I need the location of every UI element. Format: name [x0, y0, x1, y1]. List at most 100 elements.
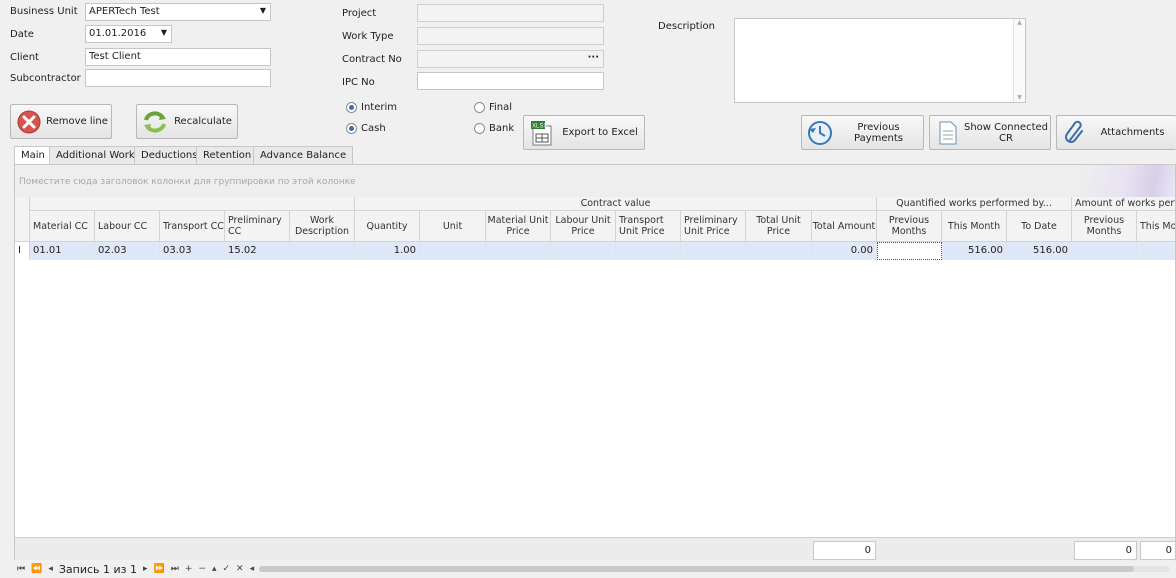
cancel-record-icon[interactable]: ✕	[236, 564, 244, 574]
recalculate-button[interactable]: Recalculate	[136, 104, 238, 139]
contract-no-label: Contract No	[342, 54, 402, 65]
tab-retention[interactable]: Retention	[196, 146, 259, 164]
radio-bank-circle[interactable]	[474, 123, 485, 134]
radio-interim-circle[interactable]	[346, 102, 357, 113]
column-header[interactable]: Total Unit Price	[746, 211, 812, 242]
scroll-up-icon[interactable]: ▲	[1014, 19, 1025, 26]
next-record-icon[interactable]: ▸	[143, 564, 148, 574]
client-field[interactable]: Test Client	[85, 48, 271, 66]
table-cell[interactable]	[1072, 242, 1137, 260]
contract-no-field[interactable]: ···	[417, 50, 604, 68]
column-header[interactable]: Previous Months	[877, 211, 942, 242]
column-header[interactable]: Preliminary CC	[225, 211, 290, 242]
tab-deductions[interactable]: Deductions	[134, 146, 205, 164]
last-page-icon[interactable]: ⏭	[171, 564, 179, 574]
column-header[interactable]: This Mo	[1137, 211, 1175, 242]
scroll-left-icon[interactable]: ◂	[250, 564, 255, 574]
ipc-no-field[interactable]	[417, 72, 604, 90]
table-cell[interactable]	[551, 242, 616, 260]
remove-line-button[interactable]: Remove line	[10, 104, 112, 139]
radio-final-circle[interactable]	[474, 102, 485, 113]
column-header[interactable]: Preliminary Unit Price	[681, 211, 746, 242]
radio-bank[interactable]: Bank	[474, 123, 514, 134]
decorative-swoosh	[1057, 165, 1175, 197]
prev-record-icon[interactable]: ◂	[48, 564, 53, 574]
band-contract-value: Contract value	[355, 197, 877, 211]
radio-interim[interactable]: Interim	[346, 102, 397, 113]
column-header[interactable]: Material CC	[30, 211, 95, 242]
delete-record-icon[interactable]: −	[198, 564, 206, 574]
subcontractor-label: Subcontractor	[10, 73, 81, 84]
previous-months-summary: 0	[1074, 541, 1137, 560]
record-navigator: ⏮ ⏪ ◂ Запись 1 из 1 ▸ ⏩ ⏭ + − ▴ ✓ ✕ ◂	[14, 560, 1176, 578]
description-textarea[interactable]: ▲ ▼	[734, 18, 1026, 103]
table-cell[interactable]	[616, 242, 681, 260]
tab-main[interactable]: Main	[14, 146, 52, 165]
column-header[interactable]: Quantity	[355, 211, 420, 242]
radio-cash-circle[interactable]	[346, 123, 357, 134]
add-record-icon[interactable]: +	[185, 564, 193, 574]
scrollbar-thumb[interactable]	[259, 566, 1134, 572]
chevron-down-icon[interactable]: ▼	[161, 28, 167, 37]
group-panel[interactable]: Поместите сюда заголовок колонки для гру…	[15, 165, 1175, 197]
column-header[interactable]: Previous Months	[1072, 211, 1137, 242]
column-header[interactable]: Work Description	[290, 211, 355, 242]
first-page-icon[interactable]: ⏮	[17, 564, 25, 574]
column-header[interactable]: Transport Unit Price	[616, 211, 681, 242]
table-cell[interactable]: 516.00	[942, 242, 1007, 260]
table-cell[interactable]: 0.00	[812, 242, 877, 260]
edit-record-icon[interactable]: ▴	[212, 564, 217, 574]
table-cell[interactable]: 516.00	[1007, 242, 1072, 260]
tab-advance-balance[interactable]: Advance Balance	[253, 146, 354, 164]
table-cell[interactable]	[681, 242, 746, 260]
table-cell[interactable]: 15.02	[225, 242, 290, 260]
subcontractor-field[interactable]	[85, 69, 271, 87]
record-counter: Запись 1 из 1	[58, 562, 138, 576]
work-type-label: Work Type	[342, 31, 394, 42]
scrollbar[interactable]: ▲ ▼	[1013, 19, 1025, 102]
table-cell[interactable]: 03.03	[160, 242, 225, 260]
export-excel-label: Export to Excel	[562, 127, 638, 138]
focused-cell[interactable]	[877, 242, 942, 260]
tab-additional-works[interactable]: Additional Works	[49, 146, 147, 164]
table-cell[interactable]: 01.01	[30, 242, 95, 260]
prev-page-icon[interactable]: ⏪	[31, 564, 42, 574]
table-cell[interactable]	[420, 242, 486, 260]
column-header[interactable]: Material Unit Price	[486, 211, 551, 242]
radio-cash[interactable]: Cash	[346, 123, 386, 134]
table-cell[interactable]	[1137, 242, 1175, 260]
table-cell[interactable]	[486, 242, 551, 260]
export-excel-button[interactable]: XLSX Export to Excel	[523, 115, 645, 150]
data-grid[interactable]: Поместите сюда заголовок колонки для гру…	[14, 164, 1176, 578]
excel-file-icon: XLSX	[528, 119, 556, 147]
work-type-field[interactable]	[417, 27, 604, 45]
column-header[interactable]: Transport CC	[160, 211, 225, 242]
ellipsis-icon[interactable]: ···	[588, 52, 599, 63]
next-page-icon[interactable]: ⏩	[154, 564, 165, 574]
column-header[interactable]: Unit	[420, 211, 486, 242]
date-picker[interactable]: 01.01.2016 ▼	[85, 25, 172, 43]
column-header[interactable]: To Date	[1007, 211, 1072, 242]
column-header[interactable]: Labour Unit Price	[551, 211, 616, 242]
column-header[interactable]: Labour CC	[95, 211, 160, 242]
business-unit-select[interactable]: APERTech Test ▼	[85, 3, 271, 21]
description-label: Description	[658, 21, 715, 32]
project-field[interactable]	[417, 4, 604, 22]
table-cell[interactable]: 1.00	[355, 242, 420, 260]
scroll-down-icon[interactable]: ▼	[1014, 94, 1025, 101]
table-cell[interactable]: 02.03	[95, 242, 160, 260]
show-connected-cr-button[interactable]: Show Connected CR	[929, 115, 1051, 150]
column-header[interactable]: This Month	[942, 211, 1007, 242]
radio-bank-label: Bank	[489, 123, 515, 134]
save-record-icon[interactable]: ✓	[223, 564, 231, 574]
radio-final[interactable]: Final	[474, 102, 512, 113]
attachments-button[interactable]: Attachments	[1056, 115, 1176, 150]
column-header[interactable]: Total Amount	[812, 211, 877, 242]
table-cell[interactable]	[746, 242, 812, 260]
document-icon	[934, 119, 962, 147]
table-cell[interactable]	[290, 242, 355, 260]
previous-payments-button[interactable]: Previous Payments	[801, 115, 924, 150]
chevron-down-icon[interactable]: ▼	[260, 6, 266, 15]
horizontal-scrollbar[interactable]	[259, 566, 1170, 572]
row-indicator-header	[15, 197, 30, 242]
